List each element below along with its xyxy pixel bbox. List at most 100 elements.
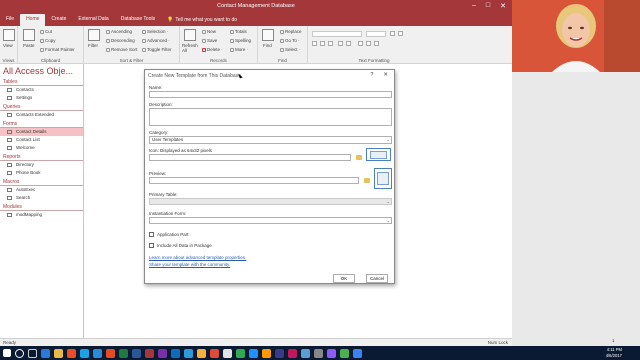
outlook-icon[interactable]	[171, 348, 180, 358]
onenote-icon[interactable]	[158, 348, 167, 358]
share-template-link[interactable]: Share your template with the community.	[149, 262, 230, 267]
remove-sort-button[interactable]: Remove Sort	[106, 47, 137, 52]
nav-item-contact-list[interactable]: Contact List	[0, 136, 83, 144]
application-part-checkbox[interactable]	[149, 232, 154, 237]
nav-item-modmapping[interactable]: modMapping	[0, 211, 83, 219]
binoculars-icon[interactable]	[262, 29, 274, 41]
align-left-icon[interactable]	[358, 41, 363, 46]
replace-button[interactable]: Replace	[280, 29, 302, 34]
ascending-button[interactable]: Ascending	[106, 29, 132, 34]
access-icon[interactable]	[145, 348, 154, 358]
nav-item-directory[interactable]: Directory	[0, 161, 83, 169]
goto-button[interactable]: Go To ·	[280, 38, 300, 43]
font-name-box[interactable]	[312, 31, 362, 37]
office-icon[interactable]	[67, 348, 76, 358]
terminal-icon[interactable]	[275, 348, 284, 358]
italic-icon[interactable]	[320, 41, 325, 46]
save-record-button[interactable]: Save	[202, 38, 217, 43]
skype-icon[interactable]	[184, 348, 193, 358]
totals-button[interactable]: Totals	[230, 29, 247, 34]
powerpoint-icon[interactable]	[106, 348, 115, 358]
format-painter-button[interactable]: Format Painter	[40, 47, 75, 52]
close-window-button[interactable]: ✕	[500, 2, 506, 10]
tab-external-data[interactable]: External Data	[72, 14, 114, 26]
paste-button[interactable]: Paste	[23, 43, 35, 48]
task-view-icon[interactable]	[28, 348, 37, 358]
app-icon[interactable]	[262, 348, 271, 358]
nav-section-modules[interactable]: Modules	[0, 203, 83, 211]
visual-studio-icon[interactable]	[327, 348, 336, 358]
blue-app-icon[interactable]	[353, 348, 362, 358]
media-icon[interactable]	[288, 348, 297, 358]
tab-database-tools[interactable]: Database Tools	[115, 14, 161, 26]
nav-section-macros[interactable]: Macros	[0, 178, 83, 186]
cortana-icon[interactable]	[15, 348, 24, 358]
toggle-filter-button[interactable]: Toggle Filter	[142, 47, 172, 52]
settings-icon[interactable]	[314, 348, 323, 358]
icon-path-input[interactable]	[149, 154, 351, 161]
view-icon[interactable]	[3, 29, 15, 41]
tab-create[interactable]: Create	[45, 14, 72, 26]
chat-icon[interactable]	[301, 348, 310, 358]
highlight-icon[interactable]	[346, 41, 351, 46]
name-input[interactable]	[149, 91, 392, 98]
nav-section-forms[interactable]: Forms	[0, 120, 83, 128]
minimize-button[interactable]: –	[472, 2, 476, 10]
refresh-icon[interactable]	[184, 29, 196, 41]
numbering-icon[interactable]	[398, 31, 403, 36]
nav-item-phone-book[interactable]: Phone Book	[0, 169, 83, 177]
tab-file[interactable]: File	[0, 14, 20, 26]
camtasia-icon[interactable]	[236, 348, 245, 358]
word-icon[interactable]	[132, 348, 141, 358]
file-explorer-icon[interactable]	[54, 348, 63, 358]
paste-icon[interactable]	[23, 29, 35, 41]
font-size-box[interactable]	[366, 31, 386, 37]
dialog-close-button[interactable]: ✕	[383, 72, 388, 78]
store-icon[interactable]	[80, 348, 89, 358]
tell-me-box[interactable]: 💡 Tell me what you want to do	[167, 15, 237, 26]
edge-icon[interactable]	[41, 348, 50, 358]
find-button[interactable]: Find	[263, 43, 272, 48]
more-button[interactable]: More ·	[230, 47, 248, 52]
preview-folder-icon[interactable]	[364, 178, 370, 183]
nav-section-queries[interactable]: Queries	[0, 103, 83, 111]
nav-item-settings[interactable]: Settings	[0, 94, 83, 102]
ok-button[interactable]: OK	[333, 274, 355, 283]
green-app-icon[interactable]	[340, 348, 349, 358]
align-right-icon[interactable]	[374, 41, 379, 46]
mail-icon[interactable]	[93, 348, 102, 358]
windows-start-icon[interactable]	[3, 349, 11, 357]
advanced-properties-link[interactable]: Learn more about advanced template prope…	[149, 255, 246, 260]
font-color-icon[interactable]	[338, 41, 343, 46]
primary-table-select[interactable]: ⌄	[149, 198, 392, 205]
snipping-icon[interactable]	[210, 348, 219, 358]
nav-item-contacts[interactable]: Contacts	[0, 86, 83, 94]
maximize-button[interactable]: □	[486, 2, 490, 10]
advanced-button[interactable]: Advanced ·	[142, 38, 170, 43]
filter-button[interactable]: Filter	[88, 43, 98, 48]
copy-button[interactable]: Copy	[40, 38, 56, 43]
category-select[interactable]: User Templates ⌄	[149, 136, 392, 144]
select-button[interactable]: Select ·	[280, 47, 300, 52]
nav-pane-header[interactable]: All Access Obje...	[0, 64, 83, 77]
bullets-icon[interactable]	[390, 31, 395, 36]
nav-item-autoexec[interactable]: AutoExec	[0, 186, 83, 194]
nav-item-welcome[interactable]: Welcome	[0, 144, 83, 152]
delete-record-button[interactable]: Delete ·	[202, 47, 223, 52]
instantiation-form-select[interactable]: ⌄	[149, 217, 392, 224]
description-input[interactable]	[149, 108, 392, 126]
nav-item-contacts-extended[interactable]: Contacts Extended	[0, 111, 83, 119]
dialog-help-button[interactable]: ?	[370, 72, 373, 78]
taskbar-clock[interactable]: 4:11 PM 4/6/2017	[606, 347, 622, 359]
browser-icon[interactable]	[249, 348, 258, 358]
filter-icon[interactable]	[88, 29, 100, 41]
view-button[interactable]: View	[3, 43, 13, 48]
align-center-icon[interactable]	[366, 41, 371, 46]
refresh-all-button[interactable]: Refresh All	[182, 43, 200, 53]
selection-button[interactable]: Selection ·	[142, 29, 168, 34]
nav-section-reports[interactable]: Reports	[0, 153, 83, 161]
tab-home[interactable]: Home	[20, 14, 46, 26]
nav-section-tables[interactable]: Tables	[0, 78, 83, 86]
underline-icon[interactable]	[328, 41, 333, 46]
descending-button[interactable]: Descending	[106, 38, 135, 43]
